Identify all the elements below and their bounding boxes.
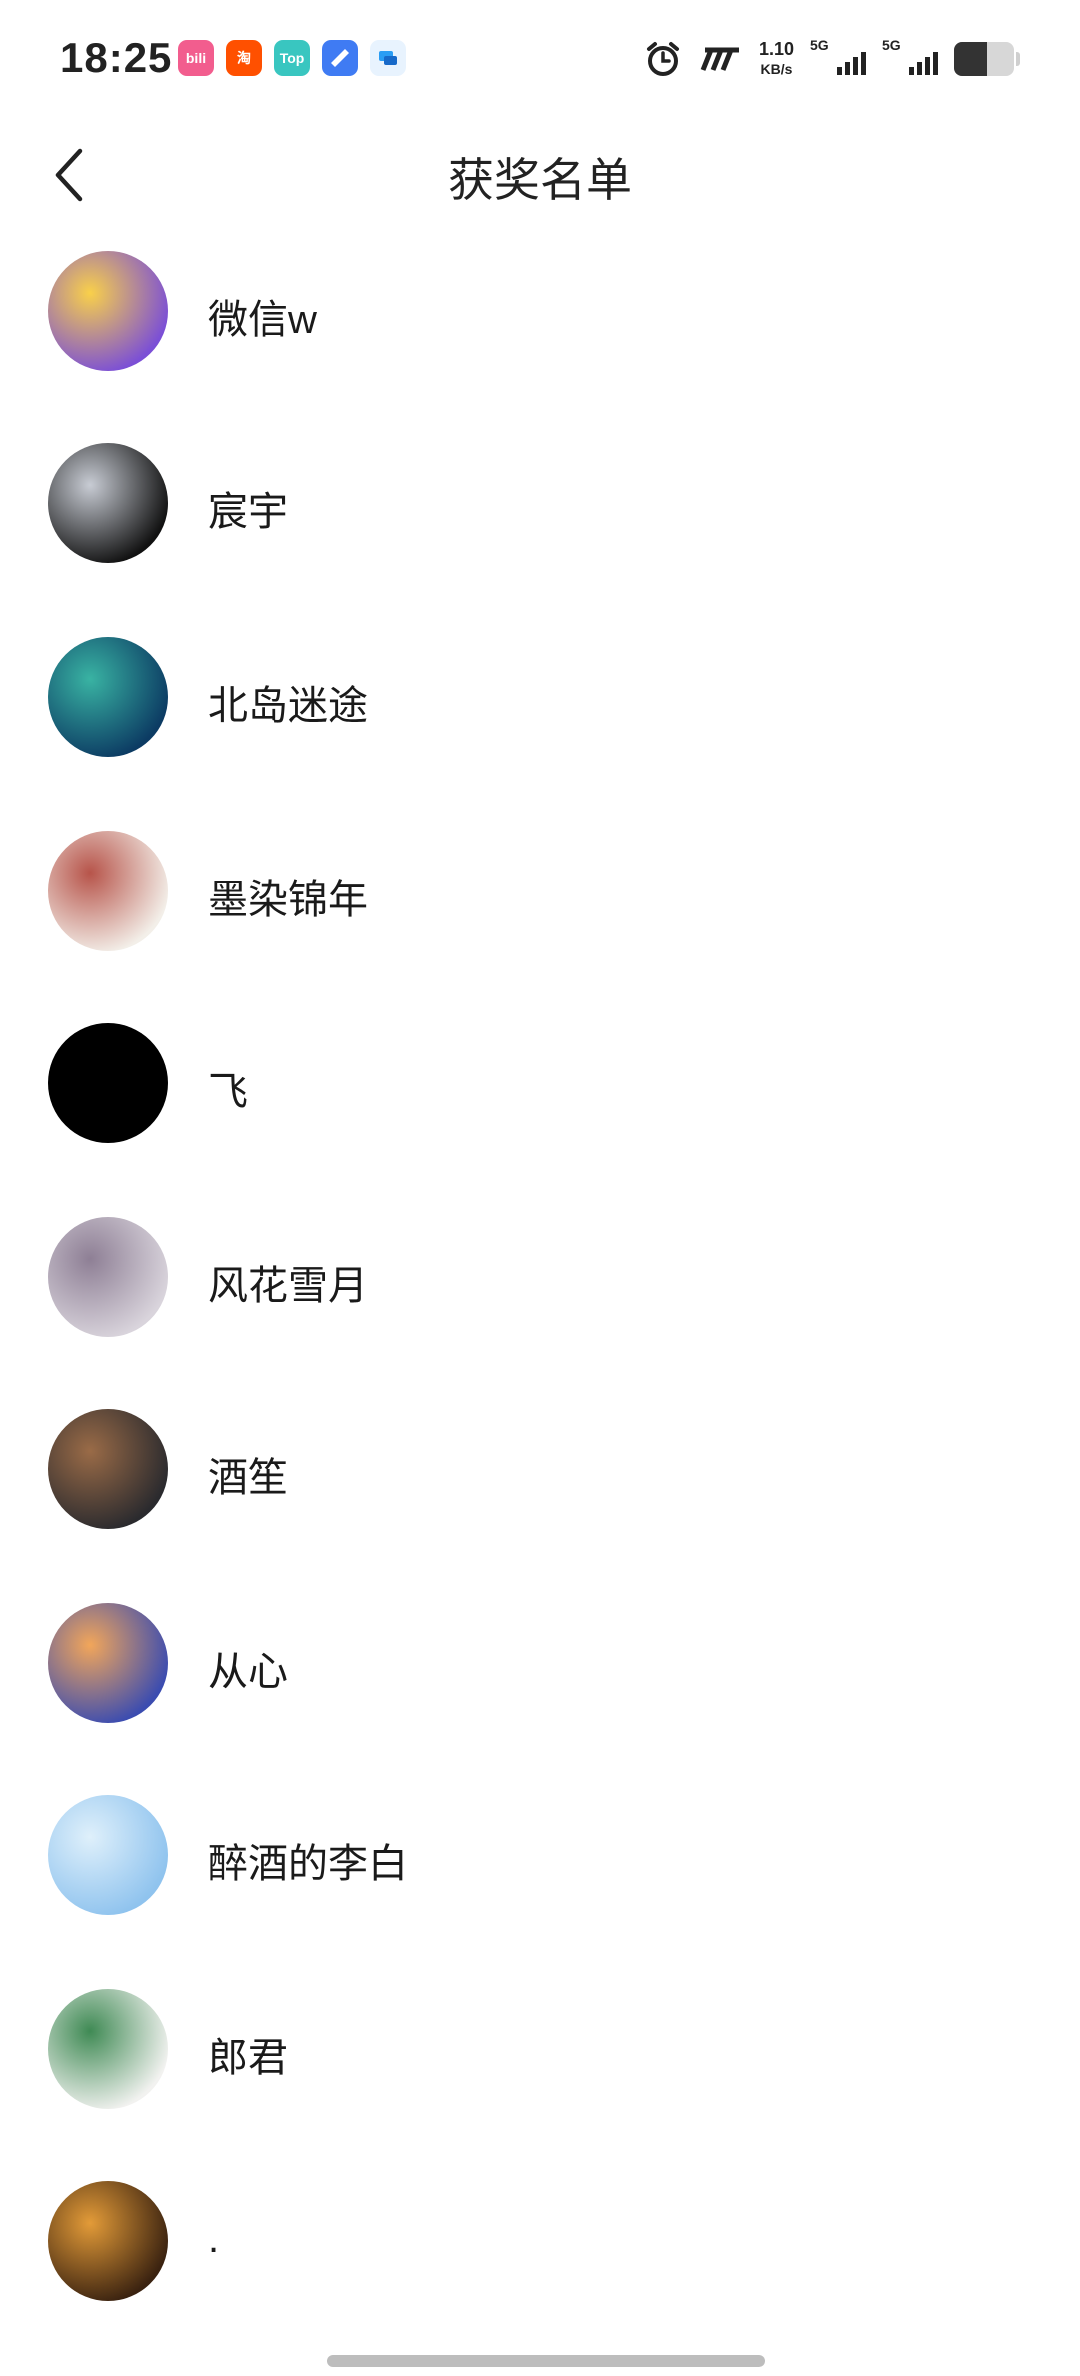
winner-row[interactable]: 宸宇 xyxy=(0,406,1080,600)
winner-name: . xyxy=(208,2217,220,2261)
carrier-logo-icon xyxy=(700,47,739,71)
page-header: 获奖名单 xyxy=(0,120,1080,230)
winner-row[interactable]: 醉酒的李白 xyxy=(0,1758,1080,1952)
winner-name: 飞 xyxy=(208,1070,248,1114)
winner-name: 醉酒的李白 xyxy=(208,1842,408,1886)
winner-name: 宸宇 xyxy=(208,490,288,534)
winner-name: 酒笙 xyxy=(208,1456,288,1500)
notification-app-icons: bili 淘 Top xyxy=(178,40,406,76)
winner-row[interactable]: 郎君 xyxy=(0,1952,1080,2146)
winner-name: 风花雪月 xyxy=(208,1264,368,1308)
bilibili-app-icon: bili xyxy=(178,40,214,76)
winner-row[interactable]: 北岛迷途 xyxy=(0,600,1080,794)
page-title: 获奖名单 xyxy=(448,154,632,206)
winner-row[interactable]: 飞 xyxy=(0,986,1080,1180)
battery-tip xyxy=(1016,52,1020,66)
network-speed: 1.10 KB/s xyxy=(758,39,794,77)
sim2-signal-icon: 5G xyxy=(882,37,938,81)
winner-row[interactable]: 酒笙 xyxy=(0,1372,1080,1566)
winner-avatar[interactable] xyxy=(48,1795,168,1915)
taobao-app-icon: 淘 xyxy=(226,40,262,76)
winner-avatar[interactable] xyxy=(48,1409,168,1529)
winner-name: 从心 xyxy=(208,1650,288,1694)
winner-avatar[interactable] xyxy=(48,1989,168,2109)
status-time: 18:25 xyxy=(60,34,173,81)
winner-avatar[interactable] xyxy=(48,443,168,563)
status-indicators: 1.10 KB/s 5G 5G xyxy=(643,36,1020,82)
winner-row[interactable]: . xyxy=(0,2144,1080,2308)
alarm-icon xyxy=(646,42,679,76)
browser-app-icon xyxy=(322,40,358,76)
winner-name: 郎君 xyxy=(208,2036,288,2080)
winner-name: 墨染锦年 xyxy=(208,878,368,922)
sim1-signal-icon: 5G xyxy=(810,37,866,81)
winner-name: 北岛迷途 xyxy=(208,684,368,728)
winner-row[interactable]: 微信w xyxy=(0,248,1080,408)
winner-avatar[interactable] xyxy=(48,1023,168,1143)
winner-avatar[interactable] xyxy=(48,637,168,757)
winner-avatar[interactable] xyxy=(48,831,168,951)
status-bar: 18:25 bili 淘 Top 1.10 KB/s 5G 5G xyxy=(0,0,1080,120)
winner-list: 微信w 宸宇北岛迷途墨染锦年飞风花雪月酒笙从心醉酒的李白郎君. xyxy=(0,248,1080,2308)
winner-row[interactable]: 从心 xyxy=(0,1566,1080,1760)
top-app-icon: Top xyxy=(274,40,310,76)
chat-app-icon xyxy=(370,40,406,76)
winner-row[interactable]: 风花雪月 xyxy=(0,1180,1080,1374)
winner-avatar[interactable] xyxy=(48,2181,168,2301)
home-indicator[interactable] xyxy=(327,2355,765,2367)
battery-icon xyxy=(954,42,1014,76)
winner-avatar[interactable] xyxy=(48,1603,168,1723)
winner-avatar[interactable] xyxy=(48,251,168,371)
winner-row[interactable]: 墨染锦年 xyxy=(0,794,1080,988)
winner-name: 微信w xyxy=(208,298,317,342)
winner-avatar[interactable] xyxy=(48,1217,168,1337)
